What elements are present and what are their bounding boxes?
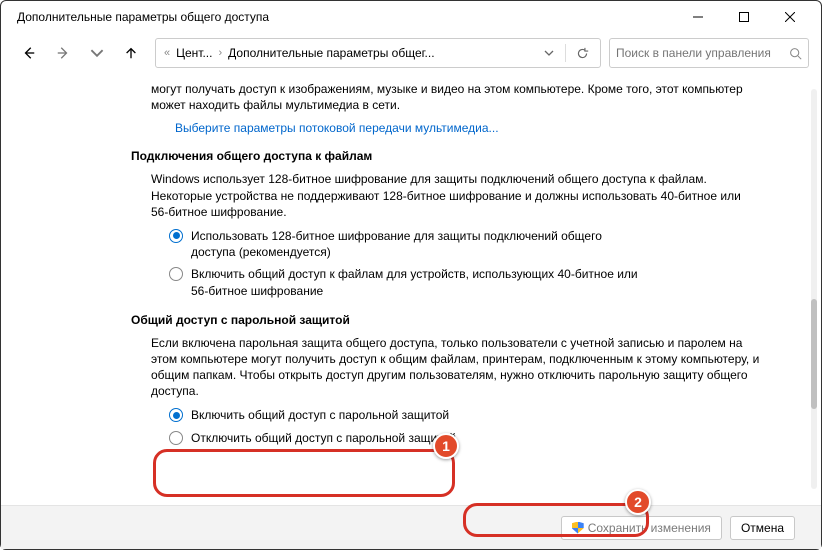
- encryption-4056-radio[interactable]: Включить общий доступ к файлам для устро…: [169, 266, 649, 298]
- footer-bar: Сохранить изменения Отмена: [1, 505, 821, 549]
- radio-icon: [169, 229, 183, 243]
- window-title: Дополнительные параметры общего доступа: [17, 10, 675, 24]
- breadcrumb-2[interactable]: Дополнительные параметры общег...: [228, 46, 434, 60]
- search-icon: [789, 47, 802, 60]
- password-paragraph: Если включена парольная защита общего до…: [151, 335, 761, 400]
- search-box[interactable]: [609, 38, 809, 68]
- refresh-button[interactable]: [570, 41, 594, 65]
- save-label: Сохранить изменения: [588, 521, 711, 535]
- maximize-button[interactable]: [721, 2, 767, 32]
- radio-label: Отключить общий доступ с парольной защит…: [191, 430, 456, 446]
- back-button[interactable]: [13, 39, 45, 67]
- breadcrumb-prefix: «: [162, 47, 172, 59]
- radio-label: Использовать 128-битное шифрование для з…: [191, 228, 649, 260]
- up-button[interactable]: [115, 39, 147, 67]
- radio-icon: [169, 267, 183, 281]
- chevron-right-icon: ›: [216, 47, 224, 59]
- cancel-button[interactable]: Отмена: [730, 516, 795, 540]
- nav-bar: « Цент... › Дополнительные параметры общ…: [1, 33, 821, 73]
- minimize-button[interactable]: [675, 2, 721, 32]
- encryption-128-radio[interactable]: Использовать 128-битное шифрование для з…: [169, 228, 649, 260]
- recent-dropdown[interactable]: [81, 39, 113, 67]
- radio-label: Включить общий доступ к файлам для устро…: [191, 266, 649, 298]
- encryption-section-title: Подключения общего доступа к файлам: [131, 149, 761, 163]
- close-button[interactable]: [767, 2, 813, 32]
- scrollbar-thumb[interactable]: [811, 299, 817, 409]
- save-button[interactable]: Сохранить изменения: [561, 516, 722, 540]
- titlebar: Дополнительные параметры общего доступа: [1, 1, 821, 33]
- breadcrumb-1[interactable]: Цент...: [176, 46, 212, 60]
- forward-button[interactable]: [47, 39, 79, 67]
- shield-icon: [572, 522, 584, 534]
- password-off-radio[interactable]: Отключить общий доступ с парольной защит…: [169, 430, 649, 446]
- password-on-radio[interactable]: Включить общий доступ с парольной защито…: [169, 407, 649, 423]
- radio-icon: [169, 431, 183, 445]
- media-streaming-link[interactable]: Выберите параметры потоковой передачи му…: [175, 121, 761, 135]
- radio-label: Включить общий доступ с парольной защито…: [191, 407, 449, 423]
- password-section-title: Общий доступ с парольной защитой: [131, 313, 761, 327]
- address-dropdown[interactable]: [537, 41, 561, 65]
- encryption-paragraph: Windows использует 128-битное шифрование…: [151, 171, 761, 220]
- radio-icon: [169, 408, 183, 422]
- media-paragraph: могут получать доступ к изображениям, му…: [151, 81, 761, 113]
- cancel-label: Отмена: [741, 521, 784, 535]
- content-pane: могут получать доступ к изображениям, му…: [1, 81, 821, 505]
- search-input[interactable]: [616, 46, 783, 60]
- address-bar[interactable]: « Цент... › Дополнительные параметры общ…: [155, 38, 601, 68]
- scrollbar[interactable]: [811, 89, 817, 489]
